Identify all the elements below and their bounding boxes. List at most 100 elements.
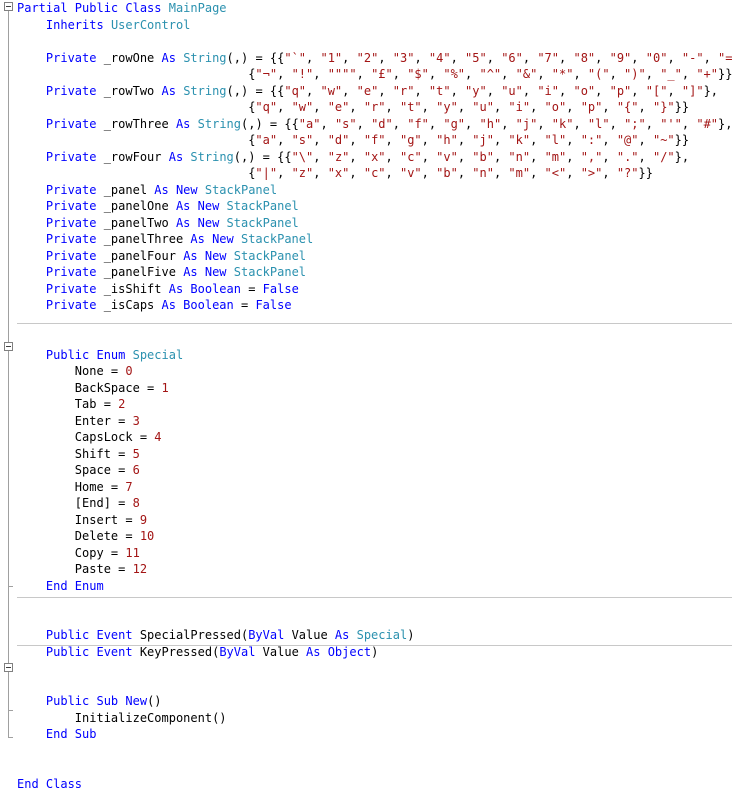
code-line[interactable]: Public Event SpecialPressed(ByVal Value … bbox=[17, 627, 732, 644]
code-line[interactable]: Inherits UserControl bbox=[17, 17, 732, 34]
code-line[interactable]: Space = 6 bbox=[17, 462, 732, 479]
code-line[interactable]: End Enum bbox=[17, 578, 732, 595]
code-line[interactable]: Partial Public Class MainPage bbox=[17, 0, 732, 17]
code-line[interactable]: Private _panelFive As New StackPanel bbox=[17, 264, 732, 281]
code-line[interactable]: Tab = 2 bbox=[17, 396, 732, 413]
indent-space bbox=[17, 496, 75, 510]
outlining-gutter[interactable] bbox=[0, 0, 17, 745]
fold-toggle-class[interactable] bbox=[4, 2, 13, 11]
code-token-kw: Private bbox=[46, 150, 104, 164]
code-line[interactable]: End Sub bbox=[17, 726, 732, 743]
code-line[interactable]: Private _panel As New StackPanel bbox=[17, 182, 732, 199]
code-line[interactable]: Insert = 9 bbox=[17, 512, 732, 529]
code-token-kw: Public Sub New bbox=[46, 694, 147, 708]
code-line[interactable]: Public Event KeyPressed(ByVal Value As O… bbox=[17, 644, 732, 661]
code-line[interactable] bbox=[17, 759, 732, 776]
code-line[interactable]: None = 0 bbox=[17, 363, 732, 380]
code-line[interactable]: Paste = 12 bbox=[17, 561, 732, 578]
code-token-pln: , bbox=[277, 133, 291, 147]
code-token-pln: , bbox=[313, 133, 327, 147]
code-token-str: "$" bbox=[407, 67, 429, 81]
code-line[interactable]: InitializeComponent() bbox=[17, 710, 732, 727]
code-line[interactable]: Public Enum Special bbox=[17, 347, 732, 364]
code-token-pln: [End] = bbox=[75, 496, 133, 510]
code-token-str: "l" bbox=[545, 133, 567, 147]
code-line[interactable] bbox=[17, 677, 732, 694]
code-line[interactable]: Private _panelOne As New StackPanel bbox=[17, 198, 732, 215]
code-token-pln: , bbox=[530, 166, 544, 180]
fold-toggle-sub-new[interactable] bbox=[4, 663, 13, 672]
indent-space bbox=[17, 645, 46, 659]
code-text-area[interactable]: Partial Public Class MainPage Inherits U… bbox=[17, 0, 732, 792]
indent-space bbox=[17, 397, 75, 411]
code-line[interactable] bbox=[17, 594, 732, 611]
code-line[interactable]: Private _panelThree As New StackPanel bbox=[17, 231, 732, 248]
code-token-kw: ByVal bbox=[219, 645, 262, 659]
code-line[interactable] bbox=[17, 660, 732, 677]
code-token-pln: , bbox=[429, 117, 443, 131]
code-token-pln: (,) = {{ bbox=[234, 150, 292, 164]
code-token-pln: }, bbox=[675, 150, 689, 164]
code-token-kw: As Boolean bbox=[162, 298, 241, 312]
code-line[interactable]: Private _rowOne As String(,) = {{"`", "1… bbox=[17, 50, 732, 67]
code-line[interactable]: {"a", "s", "d", "f", "g", "h", "j", "k",… bbox=[17, 132, 732, 149]
code-token-num: 2 bbox=[118, 397, 125, 411]
code-token-num: 4 bbox=[154, 430, 161, 444]
indent-space bbox=[17, 183, 46, 197]
code-token-pln: , bbox=[559, 84, 573, 98]
code-line[interactable]: End Class bbox=[17, 776, 732, 792]
code-token-kw: As Object bbox=[306, 645, 371, 659]
code-line[interactable]: Private _panelFour As New StackPanel bbox=[17, 248, 732, 265]
code-token-pln: , bbox=[349, 150, 363, 164]
code-line[interactable]: Delete = 10 bbox=[17, 528, 732, 545]
code-line[interactable] bbox=[17, 611, 732, 628]
code-token-str: "&" bbox=[516, 67, 538, 81]
code-line[interactable]: Copy = 11 bbox=[17, 545, 732, 562]
code-editor[interactable]: Partial Public Class MainPage Inherits U… bbox=[0, 0, 732, 745]
code-token-kw: As bbox=[176, 117, 198, 131]
indent-space bbox=[17, 579, 46, 593]
code-line[interactable]: {"|", "z", "x", "c", "v", "b", "n", "m",… bbox=[17, 165, 732, 182]
code-token-num: 11 bbox=[125, 546, 139, 560]
code-token-str: "!" bbox=[292, 67, 314, 81]
code-token-pln: None = bbox=[75, 364, 126, 378]
code-line[interactable]: [End] = 8 bbox=[17, 495, 732, 512]
code-token-pln: , bbox=[530, 150, 544, 164]
indent-space bbox=[17, 562, 75, 576]
code-token-pln: ) bbox=[407, 628, 414, 642]
code-line[interactable]: Private _panelTwo As New StackPanel bbox=[17, 215, 732, 232]
code-token-str: ":" bbox=[581, 133, 603, 147]
code-token-pln: , bbox=[682, 117, 696, 131]
code-token-pln: , bbox=[414, 84, 428, 98]
code-token-pln: , bbox=[429, 67, 443, 81]
code-line[interactable]: Private _rowTwo As String(,) = {{"q", "w… bbox=[17, 83, 732, 100]
code-line[interactable]: Private _isCaps As Boolean = False bbox=[17, 297, 732, 314]
code-token-pln: , bbox=[559, 51, 573, 65]
code-line[interactable] bbox=[17, 314, 732, 331]
code-token-str: "_" bbox=[660, 67, 682, 81]
code-line[interactable] bbox=[17, 330, 732, 347]
code-token-pln: , bbox=[523, 51, 537, 65]
code-token-num: 1 bbox=[162, 381, 169, 395]
code-line[interactable]: BackSpace = 1 bbox=[17, 380, 732, 397]
code-token-pln: InitializeComponent() bbox=[75, 711, 227, 725]
code-token-pln: , bbox=[277, 166, 291, 180]
code-line[interactable]: Private _rowThree As String(,) = {{"a", … bbox=[17, 116, 732, 133]
code-line[interactable] bbox=[17, 33, 732, 50]
code-line[interactable]: Shift = 5 bbox=[17, 446, 732, 463]
code-token-pln: , bbox=[465, 67, 479, 81]
fold-toggle-enum[interactable] bbox=[4, 342, 13, 351]
code-line[interactable]: Private _isShift As Boolean = False bbox=[17, 281, 732, 298]
code-token-str: ">" bbox=[581, 166, 603, 180]
code-token-typ: UserControl bbox=[111, 18, 190, 32]
code-line[interactable]: Private _rowFour As String(,) = {{"\", "… bbox=[17, 149, 732, 166]
code-line[interactable]: {"q", "w", "e", "r", "t", "y", "u", "i",… bbox=[17, 99, 732, 116]
code-line[interactable]: Home = 7 bbox=[17, 479, 732, 496]
indent-space bbox=[17, 117, 46, 131]
code-token-pln: , bbox=[602, 133, 616, 147]
code-token-pln: SpecialPressed( bbox=[140, 628, 248, 642]
code-line[interactable]: CapsLock = 4 bbox=[17, 429, 732, 446]
code-line[interactable]: Enter = 3 bbox=[17, 413, 732, 430]
code-line[interactable]: Public Sub New() bbox=[17, 693, 732, 710]
code-line[interactable]: {"¬", "!", """", "£", "$", "%", "^", "&"… bbox=[17, 66, 732, 83]
